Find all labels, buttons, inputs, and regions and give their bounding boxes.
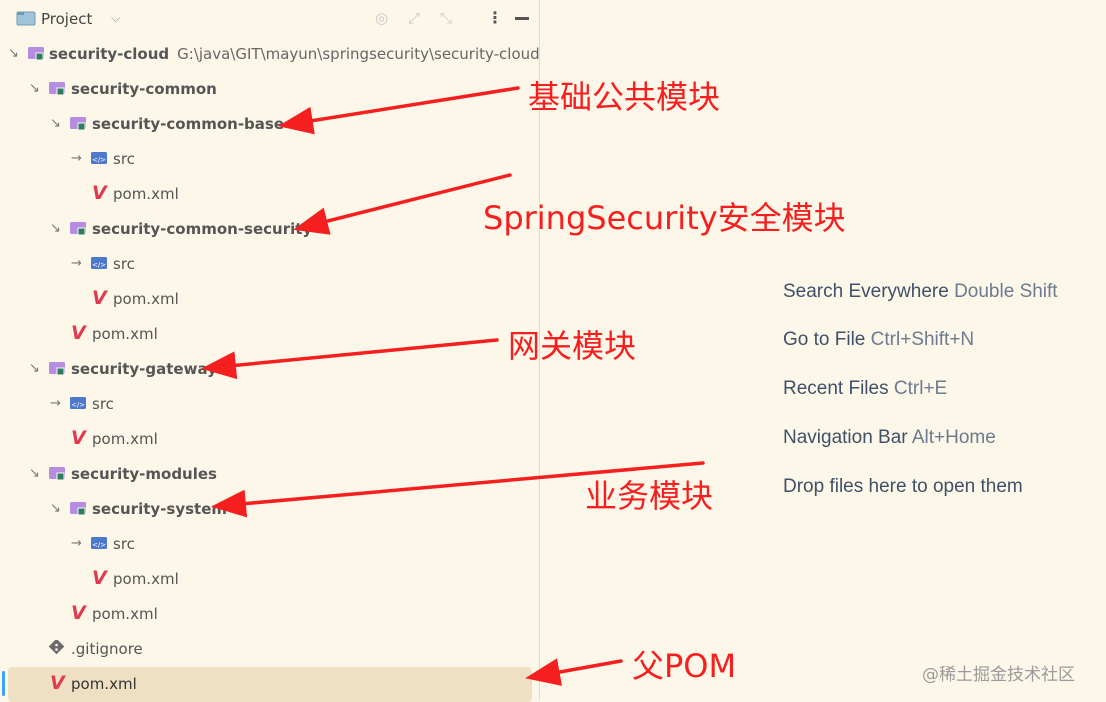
svg-text:</>: </> <box>92 541 106 549</box>
annotation-parent-pom: 父POM <box>632 647 737 685</box>
tree-row-src[interactable]: → </> src <box>0 387 539 422</box>
hint-go-to-file: Go to File Ctrl+Shift+N <box>783 329 975 350</box>
module-folder-icon <box>28 47 44 61</box>
tree-row-src[interactable]: → </> src <box>0 247 539 282</box>
tree-row-src[interactable]: → </> src <box>0 142 539 177</box>
expanded-arrow-icon[interactable]: ↘ <box>29 466 40 481</box>
annotation-common-security: SpringSecurity安全模块 <box>483 199 846 237</box>
tree-label: pom.xml <box>113 570 179 588</box>
tree-label: security-gateway <box>71 360 217 378</box>
project-folder-icon <box>16 11 36 26</box>
maven-pom-icon: V <box>71 322 86 344</box>
expanded-arrow-icon[interactable]: ↘ <box>8 46 19 61</box>
tree-label: src <box>113 150 135 168</box>
expand-icon[interactable]: ⤢ <box>408 9 420 27</box>
target-icon[interactable]: ◎ <box>375 9 388 27</box>
hint-drop-files: Drop files here to open them <box>783 476 1023 497</box>
source-folder-icon: </> <box>70 397 86 409</box>
source-folder-icon: </> <box>91 152 107 164</box>
collapsed-arrow-icon[interactable]: → <box>71 536 82 551</box>
minimize-icon[interactable] <box>515 17 529 20</box>
project-view-title[interactable]: Project <box>41 10 92 28</box>
tree-label: src <box>92 395 114 413</box>
annotation-gateway: 网关模块 <box>508 327 637 365</box>
project-panel: Project ⌵ ◎ ⤢ ⤡ ⋮ ↘ security-cloud G:\jav… <box>0 0 540 702</box>
chevron-down-icon[interactable]: ⌵ <box>111 11 120 26</box>
tree-label: pom.xml <box>113 185 179 203</box>
tree-label: src <box>113 255 135 273</box>
maven-pom-icon: V <box>92 287 107 309</box>
tree-row-pom[interactable]: V pom.xml <box>0 177 539 212</box>
tree-row-pom[interactable]: V pom.xml <box>0 422 539 457</box>
expanded-arrow-icon[interactable]: ↘ <box>50 501 61 516</box>
tree-row-security-common-base[interactable]: ↘ security-common-base <box>0 107 539 142</box>
source-folder-icon: </> <box>91 537 107 549</box>
arrow-parent-pom <box>525 658 623 686</box>
tree-label: security-modules <box>71 465 217 483</box>
tree-row-gitignore[interactable]: .gitignore <box>0 632 539 667</box>
module-folder-icon <box>70 222 86 236</box>
tree-label: pom.xml <box>92 325 158 343</box>
tree-row-root-pom[interactable]: V pom.xml <box>8 667 532 702</box>
tree-label: security-system <box>92 500 227 518</box>
tree-row-src[interactable]: → </> src <box>0 527 539 562</box>
expanded-arrow-icon[interactable]: ↘ <box>50 221 61 236</box>
watermark: @稀土掘金技术社区 <box>922 665 1075 685</box>
module-folder-icon <box>70 502 86 516</box>
expanded-arrow-icon[interactable]: ↘ <box>50 116 61 131</box>
tree-row-security-gateway[interactable]: ↘ security-gateway <box>0 352 539 387</box>
annotation-system: 业务模块 <box>585 477 714 515</box>
project-path: G:\java\GIT\mayun\springsecurity\securit… <box>177 45 540 63</box>
collapsed-arrow-icon[interactable]: → <box>71 151 82 166</box>
collapse-icon[interactable]: ⤡ <box>440 9 452 27</box>
tree-label: security-common-base <box>92 115 285 133</box>
tree-row-security-common-security[interactable]: ↘ security-common-security <box>0 212 539 247</box>
expanded-arrow-icon[interactable]: ↘ <box>29 81 40 96</box>
selection-indicator <box>2 671 5 696</box>
tree-label: src <box>113 535 135 553</box>
tree-row-security-cloud[interactable]: ↘ security-cloud G:\java\GIT\mayun\spring… <box>0 37 540 72</box>
collapsed-arrow-icon[interactable]: → <box>50 396 61 411</box>
maven-pom-icon: V <box>92 567 107 589</box>
module-folder-icon <box>49 467 65 481</box>
tree-row-pom[interactable]: V pom.xml <box>0 317 539 352</box>
svg-text:</>: </> <box>92 261 106 269</box>
expanded-arrow-icon[interactable]: ↘ <box>29 361 40 376</box>
hint-recent-files: Recent Files Ctrl+E <box>783 378 948 399</box>
tree-label: pom.xml <box>71 675 137 693</box>
tree-label: security-common <box>71 80 217 98</box>
tree-label: .gitignore <box>71 640 143 658</box>
module-folder-icon <box>49 362 65 376</box>
tree-row-pom[interactable]: V pom.xml <box>0 282 539 317</box>
tree-label: pom.xml <box>113 290 179 308</box>
tree-row-pom[interactable]: V pom.xml <box>0 562 539 597</box>
module-folder-icon <box>49 82 65 96</box>
tree-label: security-common-security <box>92 220 313 238</box>
maven-pom-icon: V <box>92 182 107 204</box>
tree-label: pom.xml <box>92 430 158 448</box>
maven-pom-icon: V <box>71 427 86 449</box>
tree-label: pom.xml <box>92 605 158 623</box>
tree-row-security-system[interactable]: ↘ security-system <box>0 492 539 527</box>
git-icon <box>48 640 65 655</box>
svg-text:</>: </> <box>71 401 85 409</box>
tree-row-security-common[interactable]: ↘ security-common <box>0 72 539 107</box>
hint-search-everywhere: Search Everywhere Double Shift <box>783 281 1058 302</box>
module-folder-icon <box>70 117 86 131</box>
tree-row-security-modules[interactable]: ↘ security-modules <box>0 457 539 492</box>
maven-pom-icon: V <box>50 672 65 694</box>
maven-pom-icon: V <box>71 602 86 624</box>
tree-row-pom[interactable]: V pom.xml <box>0 597 539 632</box>
tree-label: security-cloud G:\java\GIT\mayun\springse… <box>49 45 540 63</box>
annotation-common-base: 基础公共模块 <box>528 78 721 116</box>
source-folder-icon: </> <box>91 257 107 269</box>
svg-text:</>: </> <box>92 156 106 164</box>
project-panel-header: Project ⌵ ◎ ⤢ ⤡ ⋮ <box>0 0 539 38</box>
hint-navigation-bar: Navigation Bar Alt+Home <box>783 427 996 448</box>
collapsed-arrow-icon[interactable]: → <box>71 256 82 271</box>
more-icon[interactable]: ⋮ <box>487 8 503 27</box>
